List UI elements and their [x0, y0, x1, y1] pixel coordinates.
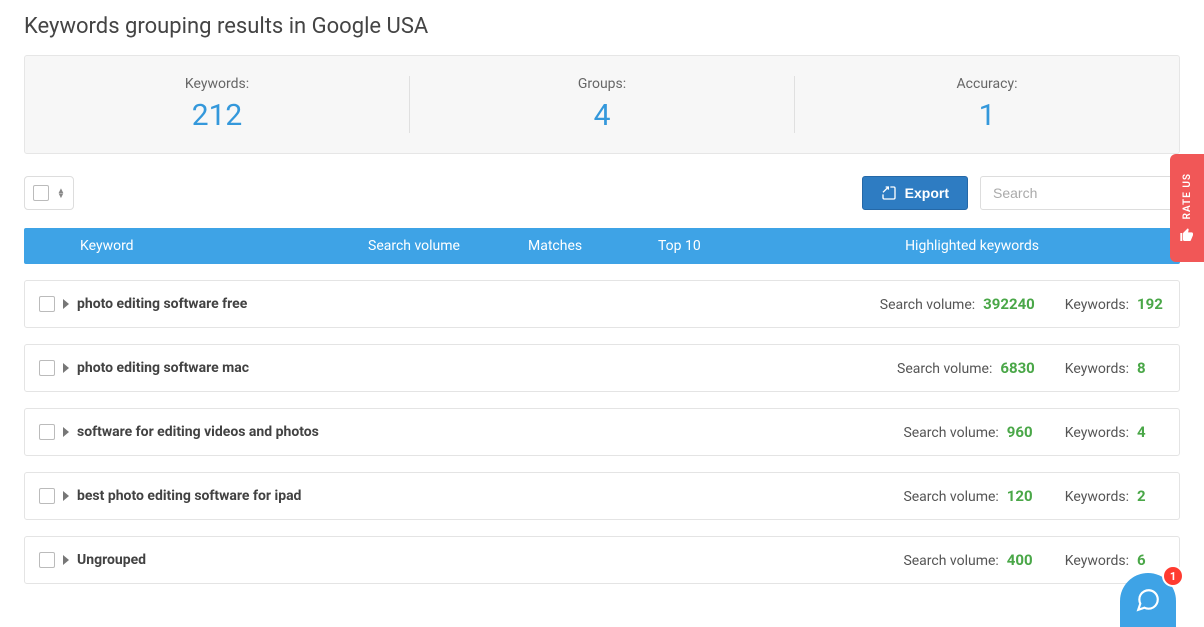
group-checkbox[interactable] — [39, 360, 55, 376]
group-keywords-value: 2 — [1137, 487, 1165, 505]
group-keywords-label: Keywords: — [1065, 297, 1129, 313]
group-name: Ungrouped — [77, 552, 146, 568]
group-search-volume-label: Search volume: — [903, 489, 998, 505]
summary-panel: Keywords: 212 Groups: 4 Accuracy: 1 — [24, 55, 1180, 154]
table-header: Keyword Search volume Matches Top 10 Hig… — [24, 228, 1180, 264]
expand-icon[interactable] — [63, 299, 69, 309]
page-title: Keywords grouping results in Google USA — [24, 0, 1180, 55]
group-keywords-value: 4 — [1137, 423, 1165, 441]
group-row[interactable]: photo editing software mac Search volume:… — [24, 344, 1180, 392]
column-header-search-volume[interactable]: Search volume — [368, 238, 528, 254]
select-all-checkbox[interactable] — [33, 185, 49, 201]
summary-accuracy: Accuracy: 1 — [795, 76, 1179, 133]
group-search-volume-label: Search volume: — [903, 425, 998, 441]
group-keywords-label: Keywords: — [1065, 425, 1129, 441]
group-keywords-value: 6 — [1137, 551, 1165, 569]
group-row[interactable]: Ungrouped Search volume: 400 Keywords: 6 — [24, 536, 1180, 584]
group-checkbox[interactable] — [39, 488, 55, 504]
group-checkbox[interactable] — [39, 552, 55, 568]
group-search-volume-label: Search volume: — [903, 553, 998, 569]
sort-arrows-icon[interactable]: ▲▼ — [57, 188, 65, 198]
search-input[interactable] — [980, 176, 1180, 210]
actions-row: ▲▼ Export — [24, 176, 1180, 210]
group-search-volume-value: 392240 — [983, 295, 1035, 313]
export-button-label: Export — [905, 185, 949, 201]
thumbs-up-icon — [1179, 227, 1195, 243]
summary-groups: Groups: 4 — [410, 76, 795, 133]
group-row[interactable]: photo editing software free Search volume… — [24, 280, 1180, 328]
summary-keywords-value: 212 — [25, 98, 409, 133]
group-keywords-label: Keywords: — [1065, 361, 1129, 377]
summary-accuracy-label: Accuracy: — [795, 76, 1179, 92]
column-header-highlighted[interactable]: Highlighted keywords — [778, 238, 1166, 254]
group-name: photo editing software free — [77, 296, 247, 312]
chat-badge: 1 — [1162, 565, 1184, 587]
group-name: best photo editing software for ipad — [77, 488, 301, 504]
column-header-matches[interactable]: Matches — [528, 238, 658, 254]
summary-keywords: Keywords: 212 — [25, 76, 410, 133]
summary-groups-value: 4 — [410, 98, 794, 133]
rate-us-label: RATE US — [1182, 173, 1193, 219]
chat-icon — [1135, 587, 1161, 613]
group-search-volume-value: 120 — [1007, 487, 1035, 505]
group-search-volume-label: Search volume: — [897, 361, 992, 377]
expand-icon[interactable] — [63, 491, 69, 501]
group-checkbox[interactable] — [39, 424, 55, 440]
summary-groups-label: Groups: — [410, 76, 794, 92]
chat-button[interactable]: 1 — [1120, 573, 1176, 627]
group-name: software for editing videos and photos — [77, 424, 319, 440]
group-search-volume-value: 960 — [1007, 423, 1035, 441]
group-checkbox[interactable] — [39, 296, 55, 312]
expand-icon[interactable] — [63, 427, 69, 437]
group-row[interactable]: software for editing videos and photos Se… — [24, 408, 1180, 456]
export-button[interactable]: Export — [862, 176, 968, 210]
column-header-keyword[interactable]: Keyword — [38, 238, 368, 254]
select-all-control[interactable]: ▲▼ — [24, 176, 74, 210]
group-keywords-label: Keywords: — [1065, 553, 1129, 569]
rate-us-tab[interactable]: RATE US — [1170, 154, 1204, 262]
export-icon — [881, 185, 897, 201]
group-row[interactable]: best photo editing software for ipad Sear… — [24, 472, 1180, 520]
group-keywords-value: 192 — [1137, 295, 1165, 313]
expand-icon[interactable] — [63, 363, 69, 373]
summary-keywords-label: Keywords: — [25, 76, 409, 92]
group-name: photo editing software mac — [77, 360, 249, 376]
group-search-volume-value: 400 — [1007, 551, 1035, 569]
expand-icon[interactable] — [63, 555, 69, 565]
group-keywords-label: Keywords: — [1065, 489, 1129, 505]
summary-accuracy-value: 1 — [795, 98, 1179, 133]
group-search-volume-label: Search volume: — [880, 297, 975, 313]
group-keywords-value: 8 — [1137, 359, 1165, 377]
column-header-top10[interactable]: Top 10 — [658, 238, 778, 254]
group-search-volume-value: 6830 — [1000, 359, 1034, 377]
